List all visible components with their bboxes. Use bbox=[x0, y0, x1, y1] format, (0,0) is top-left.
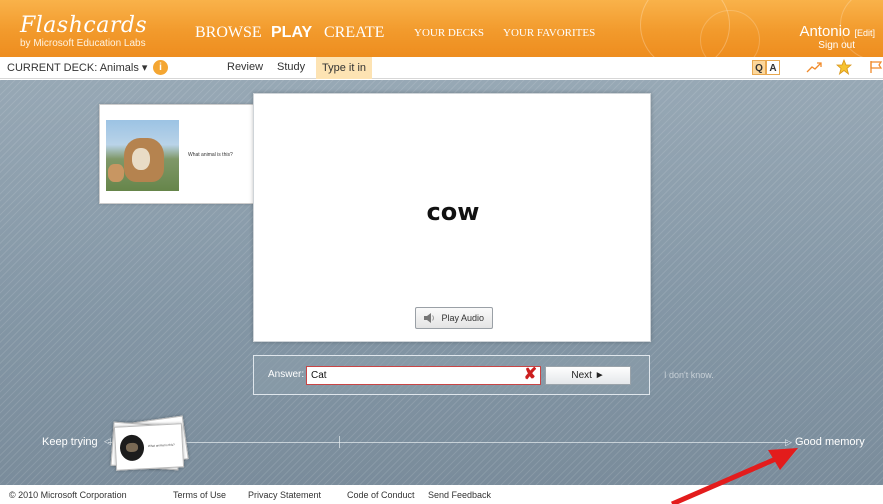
stack-card-image bbox=[119, 434, 145, 462]
copyright-text: © 2010 Microsoft Corporation bbox=[9, 490, 127, 500]
nav-browse[interactable]: BROWSE bbox=[195, 24, 262, 42]
nav-create[interactable]: CREATE bbox=[324, 24, 384, 42]
dropdown-arrow-icon[interactable]: ▾ bbox=[142, 62, 148, 74]
question-card[interactable]: What animal is this? bbox=[99, 104, 259, 204]
question-side-toggle[interactable]: Q bbox=[752, 60, 766, 75]
star-icon[interactable] bbox=[835, 58, 853, 78]
answer-input-value: Cat bbox=[311, 370, 327, 381]
flag-icon[interactable] bbox=[869, 60, 883, 77]
card-stack-front[interactable]: What animal is this? bbox=[113, 423, 185, 471]
question-image bbox=[106, 120, 179, 191]
clear-x-icon[interactable]: ✘ bbox=[524, 366, 537, 384]
trend-icon[interactable] bbox=[806, 60, 822, 77]
current-deck-label: CURRENT DECK: bbox=[7, 62, 98, 74]
left-arrow-icon: ◁ bbox=[104, 436, 111, 446]
dont-know-link[interactable]: I don't know. bbox=[664, 370, 714, 380]
qa-toggle[interactable]: QA bbox=[752, 60, 780, 75]
calf-shape bbox=[108, 164, 124, 182]
deck-selector[interactable]: Animals bbox=[100, 62, 139, 74]
app-subtitle: by Microsoft Education Labs bbox=[20, 38, 146, 49]
footer-link-conduct[interactable]: Code of Conduct bbox=[347, 490, 415, 500]
footer-link-privacy[interactable]: Privacy Statement bbox=[248, 490, 321, 500]
footer-link-feedback[interactable]: Send Feedback bbox=[428, 490, 491, 500]
question-text: What animal is this? bbox=[188, 152, 233, 158]
keep-trying-label: Keep trying bbox=[42, 436, 98, 448]
current-deck: CURRENT DECK: Animals ▾ bbox=[7, 61, 147, 74]
answer-bar: Answer: Cat ✘ Next ► bbox=[253, 355, 650, 395]
edit-profile-link[interactable]: [Edit] bbox=[854, 28, 875, 38]
speaker-icon bbox=[424, 313, 434, 323]
app-title[interactable]: Flashcards bbox=[20, 13, 147, 38]
play-audio-label: Play Audio bbox=[441, 313, 484, 323]
header-decoration bbox=[700, 10, 760, 57]
answer-word: cow bbox=[426, 198, 480, 226]
top-header: Flashcards by Microsoft Education Labs B… bbox=[0, 0, 883, 57]
answer-card: cow Play Audio bbox=[253, 93, 651, 342]
sign-out-link[interactable]: Sign out bbox=[818, 40, 855, 51]
stack-card-text: What animal is this? bbox=[147, 442, 175, 449]
mode-type-it-in[interactable]: Type it in bbox=[316, 57, 373, 79]
answer-side-toggle[interactable]: A bbox=[766, 60, 780, 75]
memory-progress-tick bbox=[339, 436, 340, 448]
user-name-text: Antonio bbox=[799, 23, 851, 40]
nav-play[interactable]: PLAY bbox=[271, 24, 312, 42]
mode-study[interactable]: Study bbox=[277, 61, 305, 73]
play-audio-button[interactable]: Play Audio bbox=[415, 307, 493, 329]
mode-review[interactable]: Review bbox=[227, 61, 263, 73]
next-button[interactable]: Next ► bbox=[545, 366, 631, 385]
cow-face-shape bbox=[132, 148, 150, 170]
nav-your-favorites[interactable]: YOUR FAVORITES bbox=[503, 27, 595, 39]
footer-link-terms[interactable]: Terms of Use bbox=[173, 490, 226, 500]
answer-input[interactable]: Cat ✘ bbox=[306, 366, 541, 385]
user-name: Antonio [Edit] bbox=[799, 23, 875, 40]
red-arrow-annotation-icon bbox=[671, 448, 798, 504]
deck-toolbar: CURRENT DECK: Animals ▾ i Review Study T… bbox=[0, 57, 883, 79]
nav-your-decks[interactable]: YOUR DECKS bbox=[414, 27, 484, 39]
info-icon[interactable]: i bbox=[153, 60, 168, 75]
answer-label: Answer: bbox=[268, 369, 305, 380]
